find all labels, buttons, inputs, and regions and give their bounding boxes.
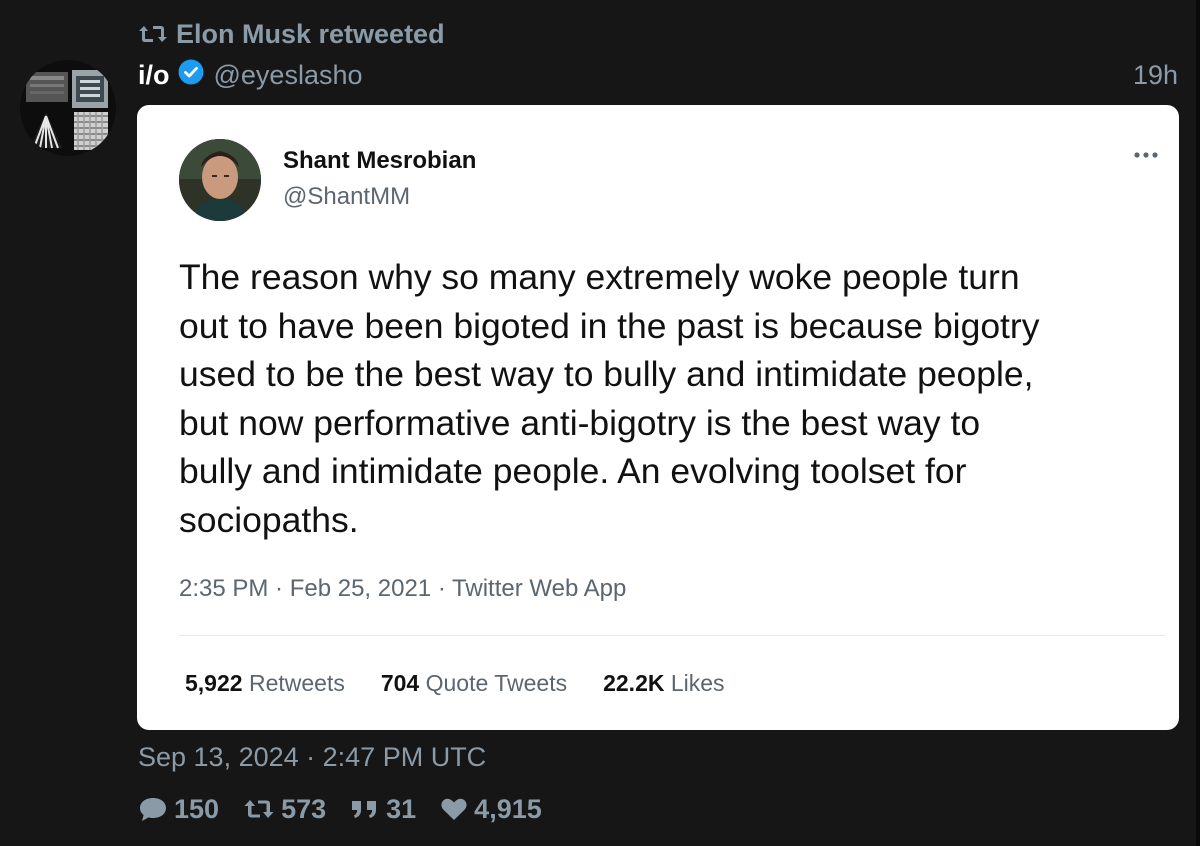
quoted-tweet-text: The reason why so many extremely woke pe… xyxy=(179,257,1040,540)
stat-value: 704 xyxy=(380,670,420,696)
author-avatar[interactable] xyxy=(20,60,116,156)
post-date[interactable]: Sep 13, 2024 · 2:47 PM UTC xyxy=(138,742,486,773)
quoted-author-avatar xyxy=(179,139,261,221)
page-edge xyxy=(1196,0,1200,846)
quote-icon xyxy=(350,797,380,821)
reply-count: 150 xyxy=(174,793,220,824)
post-age[interactable]: 19h xyxy=(1133,58,1178,92)
retweet-count: 573 xyxy=(281,793,327,824)
retweet-header: Elon Musk retweeted xyxy=(138,18,445,50)
quote-count: 31 xyxy=(386,793,417,824)
stat-likes: 22.2K Likes xyxy=(603,670,724,697)
quoted-tweet-stats: 5,922 Retweets 704 Quote Tweets 22.2K Li… xyxy=(185,670,725,697)
quoted-tweet-meta: 2:35 PM · Feb 25, 2021 · Twitter Web App xyxy=(179,575,627,602)
retweet-header-text: Elon Musk retweeted xyxy=(176,18,445,49)
verified-badge-icon xyxy=(178,59,204,92)
heart-icon xyxy=(440,796,468,822)
comment-icon xyxy=(138,795,168,823)
retweet-icon xyxy=(243,797,275,821)
stat-label: Retweets xyxy=(248,670,345,696)
quoted-author-handle: @ShantMM xyxy=(283,183,411,210)
attached-image[interactable]: Shant Mesrobian @ShantMM The reason why … xyxy=(137,105,1179,730)
retweet-button[interactable]: 573 xyxy=(243,794,326,825)
stat-label: Quote Tweets xyxy=(425,670,568,696)
page: Elon Musk retweeted i/o @eyeslasho 19h S… xyxy=(0,0,1200,846)
stat-value: 5,922 xyxy=(185,670,243,696)
author-handle[interactable]: @eyeslasho xyxy=(214,60,363,91)
stat-retweets: 5,922 Retweets xyxy=(185,670,345,697)
like-button[interactable]: 4,915 xyxy=(440,794,542,825)
stat-quote-tweets: 704 Quote Tweets xyxy=(381,670,567,697)
more-options-icon xyxy=(1131,145,1163,165)
stat-value: 22.2K xyxy=(603,670,665,696)
author-line: i/o @eyeslasho xyxy=(138,58,363,92)
retweet-icon xyxy=(138,23,168,45)
like-count: 4,915 xyxy=(474,793,542,824)
author-name[interactable]: i/o xyxy=(138,60,170,91)
action-bar: 150 573 31 4,915 xyxy=(138,792,542,826)
divider xyxy=(179,635,1165,636)
stat-label: Likes xyxy=(670,670,725,696)
quote-button[interactable]: 31 xyxy=(350,794,416,825)
quoted-author-name: Shant Mesrobian xyxy=(283,147,477,174)
reply-button[interactable]: 150 xyxy=(138,794,219,825)
